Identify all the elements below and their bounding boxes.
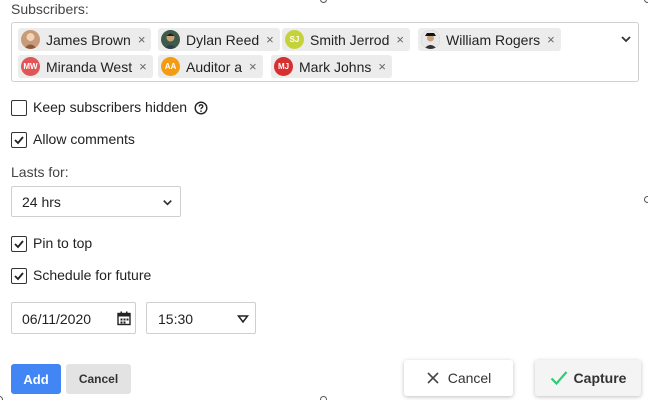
remove-chip-icon[interactable]: × (138, 33, 146, 46)
remove-chip-icon[interactable]: × (249, 60, 257, 73)
close-icon (427, 372, 439, 384)
pin-to-top-label: Pin to top (33, 235, 93, 251)
caret-down-icon (237, 315, 249, 324)
subscriber-chip: James Brown × (18, 28, 152, 51)
subscriber-chip: Dylan Reed × (158, 28, 280, 51)
avatar: MW (21, 57, 40, 76)
resize-handle[interactable] (644, 196, 648, 203)
date-input[interactable]: 06/11/2020 (11, 302, 136, 334)
checkmark-icon (14, 136, 24, 145)
capture-label: Capture (573, 370, 627, 386)
time-value: 15:30 (158, 311, 194, 327)
checkmark-icon (550, 371, 567, 386)
subscribers-select[interactable]: James Brown × Dylan Reed × SJ Smith Jerr… (11, 22, 639, 82)
chip-label: James Brown (46, 31, 131, 48)
remove-chip-icon: × (378, 59, 386, 74)
avatar (21, 30, 40, 49)
resize-handle[interactable] (320, 0, 327, 3)
chip-label: Dylan Reed (186, 31, 260, 48)
subscriber-chip: MJ Mark Johns × (271, 55, 392, 78)
remove-chip-icon[interactable]: × (396, 33, 404, 46)
date-value: 06/11/2020 (22, 311, 92, 327)
subscriber-chip: SJ Smith Jerrod × (282, 28, 410, 51)
remove-chip-icon[interactable]: × (266, 33, 274, 46)
avatar: SJ (285, 30, 304, 49)
remove-chip-icon[interactable]: × (547, 33, 555, 46)
remove-chip-icon[interactable]: × (139, 60, 147, 73)
subscriber-chip: MW Miranda West × (18, 55, 153, 78)
calendar-icon[interactable] (117, 311, 131, 326)
pin-to-top-checkbox[interactable] (11, 236, 27, 252)
allow-comments-checkbox[interactable] (11, 132, 27, 148)
avatar: MJ (274, 57, 293, 76)
avatar (161, 30, 180, 49)
time-select[interactable]: 15:30 (146, 302, 256, 334)
subscriber-chip: William Rogers × (418, 28, 561, 51)
avatar: AA (161, 57, 180, 76)
floating-cancel-label: Cancel (447, 370, 492, 386)
chip-label: Miranda West (46, 58, 133, 75)
add-button[interactable]: Add (11, 364, 61, 394)
checkmark-icon (14, 272, 24, 281)
checkmark-icon (14, 240, 24, 249)
capture-button[interactable]: Capture (535, 360, 641, 396)
help-icon[interactable] (194, 101, 208, 115)
cancel-button[interactable]: Cancel (66, 364, 131, 394)
subscribers-label: Subscribers: (11, 1, 89, 17)
resize-handle[interactable] (644, 0, 648, 3)
avatar (421, 30, 440, 49)
chip-label: Mark Johns (299, 58, 372, 75)
resize-handle[interactable] (0, 396, 3, 400)
schedule-label: Schedule for future (33, 267, 152, 283)
chip-label: Auditor a (186, 58, 243, 75)
keep-hidden-label: Keep subscribers hidden (33, 99, 188, 115)
subscriber-chip: AA Auditor a × (158, 55, 263, 78)
chevron-down-icon (163, 200, 172, 206)
chip-label: Smith Jerrod (310, 31, 390, 48)
lasts-for-value: 24 hrs (22, 194, 61, 210)
floating-cancel-button[interactable]: Cancel (404, 360, 513, 396)
lasts-for-label: Lasts for: (11, 164, 69, 180)
schedule-checkbox[interactable] (11, 268, 27, 284)
lasts-for-select[interactable]: 24 hrs (11, 186, 181, 217)
chip-label: William Rogers (446, 31, 541, 48)
resize-handle[interactable] (320, 396, 327, 400)
keep-hidden-checkbox[interactable] (11, 100, 27, 116)
allow-comments-label: Allow comments (33, 131, 135, 147)
chevron-down-icon[interactable] (619, 32, 633, 46)
